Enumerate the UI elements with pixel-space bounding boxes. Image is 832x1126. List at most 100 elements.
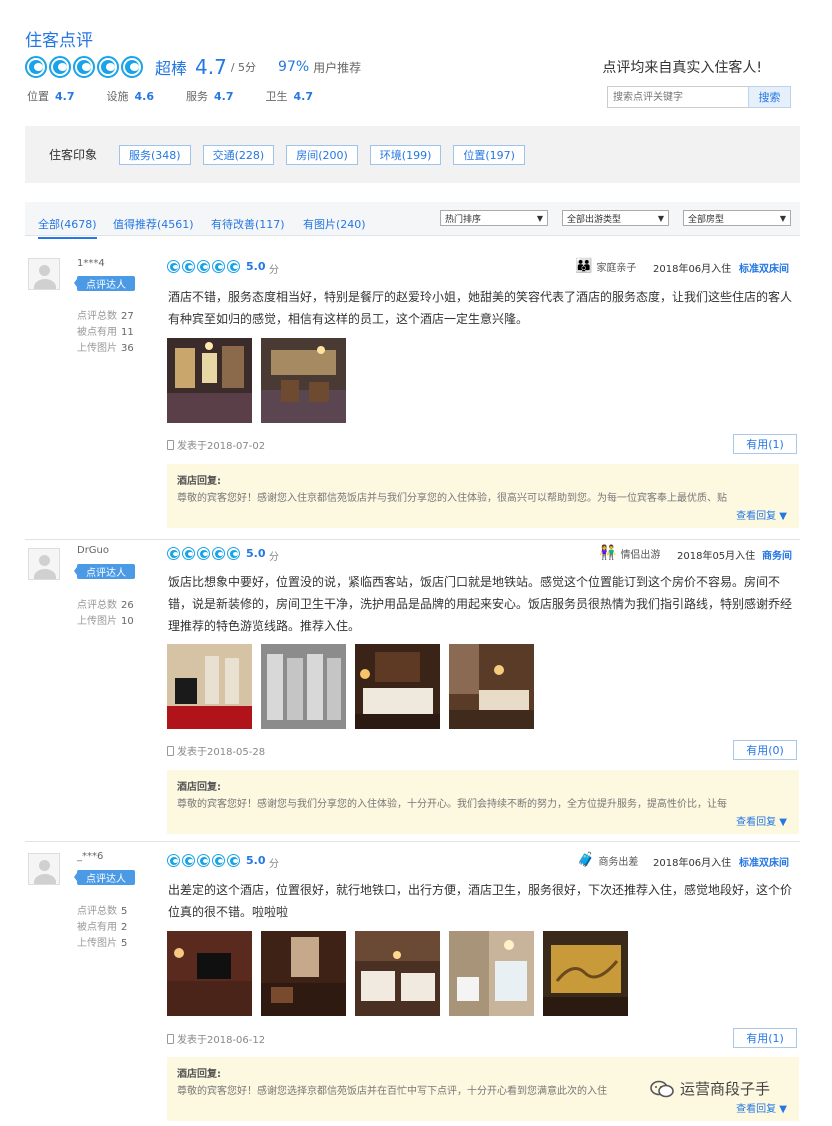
review-photo[interactable]	[449, 644, 534, 729]
impression-tag-location[interactable]: 位置(197)	[453, 144, 525, 165]
posted-date: 发表于2018-07-02	[167, 437, 265, 452]
sort-select[interactable]: 热门排序 ▼	[440, 210, 548, 226]
business-icon: 🧳	[577, 852, 595, 868]
review-photo[interactable]	[261, 644, 346, 729]
impressions-label: 住客印象	[49, 148, 98, 162]
stat-review-count: 点评总数 27	[77, 311, 134, 322]
review-rating-circles	[167, 547, 240, 560]
search-button[interactable]: 搜索	[748, 86, 791, 108]
tab-with-photos[interactable]: 有图片(240)	[303, 216, 366, 232]
reply-text: 尊敬的宾客您好！感谢您入住京都信苑饭店并与我们分享您的入住体验，很高兴可以帮助到…	[177, 493, 727, 504]
rating-circle-icon	[167, 260, 180, 273]
sub-rating-hygiene: 卫生 4.7	[265, 90, 314, 103]
review-photo[interactable]	[167, 644, 252, 729]
review-score-unit: 分	[269, 265, 279, 276]
checkin-date: 2018年06月入住	[653, 858, 732, 869]
rating-circle-icon	[167, 854, 180, 867]
reply-title: 酒店回复:	[177, 782, 221, 793]
review-photos	[167, 644, 534, 729]
review-photos	[167, 338, 346, 423]
review-rating-circles	[167, 260, 240, 273]
rating-circle-icon	[197, 854, 210, 867]
sub-rating-facilities: 设施 4.6	[106, 90, 155, 103]
room-type[interactable]: 标准双床间	[739, 854, 789, 869]
trip-type: 👪 家庭亲子	[575, 258, 637, 274]
rating-circle-icon	[227, 854, 240, 867]
tab-needs-improvement[interactable]: 有待改善(117)	[211, 216, 285, 232]
rating-circle-icon	[197, 260, 210, 273]
stat-review-count: 点评总数 5	[77, 906, 128, 917]
review-filter-tabs: 全部(4678) 值得推荐(4561) 有待改善(117) 有图片(240) 热…	[25, 202, 800, 239]
rating-circle-icon	[73, 56, 95, 78]
review-photo[interactable]	[355, 644, 440, 729]
impression-tag-transport[interactable]: 交通(228)	[202, 144, 275, 165]
stat-useful-count: 被点有用 11	[77, 327, 134, 338]
sub-ratings: 位置 4.7 设施 4.6 服务 4.7 卫生 4.7	[27, 88, 313, 104]
rating-circle-icon	[25, 56, 47, 78]
mobile-icon	[167, 439, 174, 450]
review-item: DrGuo 点评达人 点评总数 26 上传图片 10 5.0 分 👫 情侣出游 20…	[25, 540, 800, 842]
username[interactable]: 1***4	[77, 258, 105, 269]
room-type[interactable]: 标准双床间	[739, 260, 789, 275]
review-photo[interactable]	[261, 931, 346, 1016]
view-reply-link[interactable]: 查看回复 ▼	[736, 507, 787, 522]
useful-button[interactable]: 有用(1)	[733, 1028, 797, 1048]
review-summary-header: 住客点评 超棒 4.7 / 5分 97% 用户推荐 位置 4.7 设施 4.6 服务…	[0, 0, 832, 125]
rating-circle-icon	[182, 547, 195, 560]
avatar	[28, 258, 60, 290]
stat-useful-count: 被点有用 2	[77, 922, 128, 933]
username[interactable]: DrGuo	[77, 545, 109, 556]
reply-title: 酒店回复:	[177, 1069, 221, 1080]
checkin-date: 2018年05月入住	[677, 551, 756, 562]
review-score: 5.0	[246, 547, 266, 560]
stat-photo-count: 上传图片 10	[77, 616, 134, 627]
mobile-icon	[167, 1033, 174, 1044]
hotel-reply: 酒店回复: 尊敬的宾客您好！感谢您与我们分享您的入住体验，十分开心。我们会持续不…	[167, 770, 799, 834]
tab-recommended[interactable]: 值得推荐(4561)	[113, 216, 194, 232]
review-score-unit: 分	[269, 859, 279, 870]
rating-circle-icon	[49, 56, 71, 78]
impression-tag-environment[interactable]: 环境(199)	[369, 144, 442, 165]
room-type-select[interactable]: 全部房型 ▼	[683, 210, 791, 226]
review-photo[interactable]	[543, 931, 628, 1016]
tab-all[interactable]: 全部(4678)	[38, 216, 97, 239]
stat-photo-count: 上传图片 36	[77, 343, 134, 354]
review-search-input[interactable]	[607, 86, 749, 108]
chevron-down-icon: ▼	[657, 213, 664, 223]
useful-button[interactable]: 有用(1)	[733, 434, 797, 454]
family-icon: 👪	[575, 258, 593, 274]
impression-tag-service[interactable]: 服务(348)	[119, 144, 191, 165]
review-photo[interactable]	[261, 338, 346, 423]
sub-rating-service: 服务 4.7	[186, 90, 234, 103]
section-title: 住客点评	[25, 31, 93, 51]
view-reply-link[interactable]: 查看回复 ▼	[736, 1100, 787, 1115]
wechat-icon	[650, 1080, 674, 1098]
review-item: 1***4 点评达人 点评总数 27 被点有用 11 上传图片 36 5.0 分 👪 …	[25, 250, 800, 540]
review-photo[interactable]	[355, 931, 440, 1016]
room-type[interactable]: 商务间	[762, 547, 792, 562]
rating-circle-icon	[167, 547, 180, 560]
chevron-down-icon: ▼	[536, 213, 543, 223]
mobile-icon	[167, 745, 174, 756]
reply-title: 酒店回复:	[177, 476, 221, 487]
reviewer-badge: 点评达人	[74, 564, 135, 579]
rating-circle-icon	[227, 547, 240, 560]
avatar	[28, 548, 60, 580]
trip-type-select[interactable]: 全部出游类型 ▼	[562, 210, 669, 226]
username[interactable]: _***6	[77, 851, 103, 862]
review-text: 饭店比想象中要好，位置没的说，紧临西客站，饭店门口就是地铁站。感觉这个位置能订到…	[168, 575, 793, 633]
impression-tag-room[interactable]: 房间(200)	[286, 144, 358, 165]
posted-date: 发表于2018-06-12	[167, 1031, 265, 1046]
review-text: 出差定的这个酒店，位置很好，就行地铁口，出行方便，酒店卫生，服务很好，下次还推荐…	[168, 883, 793, 919]
checkin-date: 2018年06月入住	[653, 264, 732, 275]
view-reply-link[interactable]: 查看回复 ▼	[736, 813, 787, 828]
useful-button[interactable]: 有用(0)	[733, 740, 797, 760]
review-score-unit: 分	[269, 552, 279, 563]
review-photo[interactable]	[449, 931, 534, 1016]
reviewer-badge: 点评达人	[74, 276, 135, 291]
sub-rating-location: 位置 4.7	[27, 90, 75, 103]
rating-circle-icon	[212, 854, 225, 867]
review-photo[interactable]	[167, 931, 252, 1016]
watermark-text: 运营商段子手	[680, 1080, 771, 1098]
review-photo[interactable]	[167, 338, 252, 423]
